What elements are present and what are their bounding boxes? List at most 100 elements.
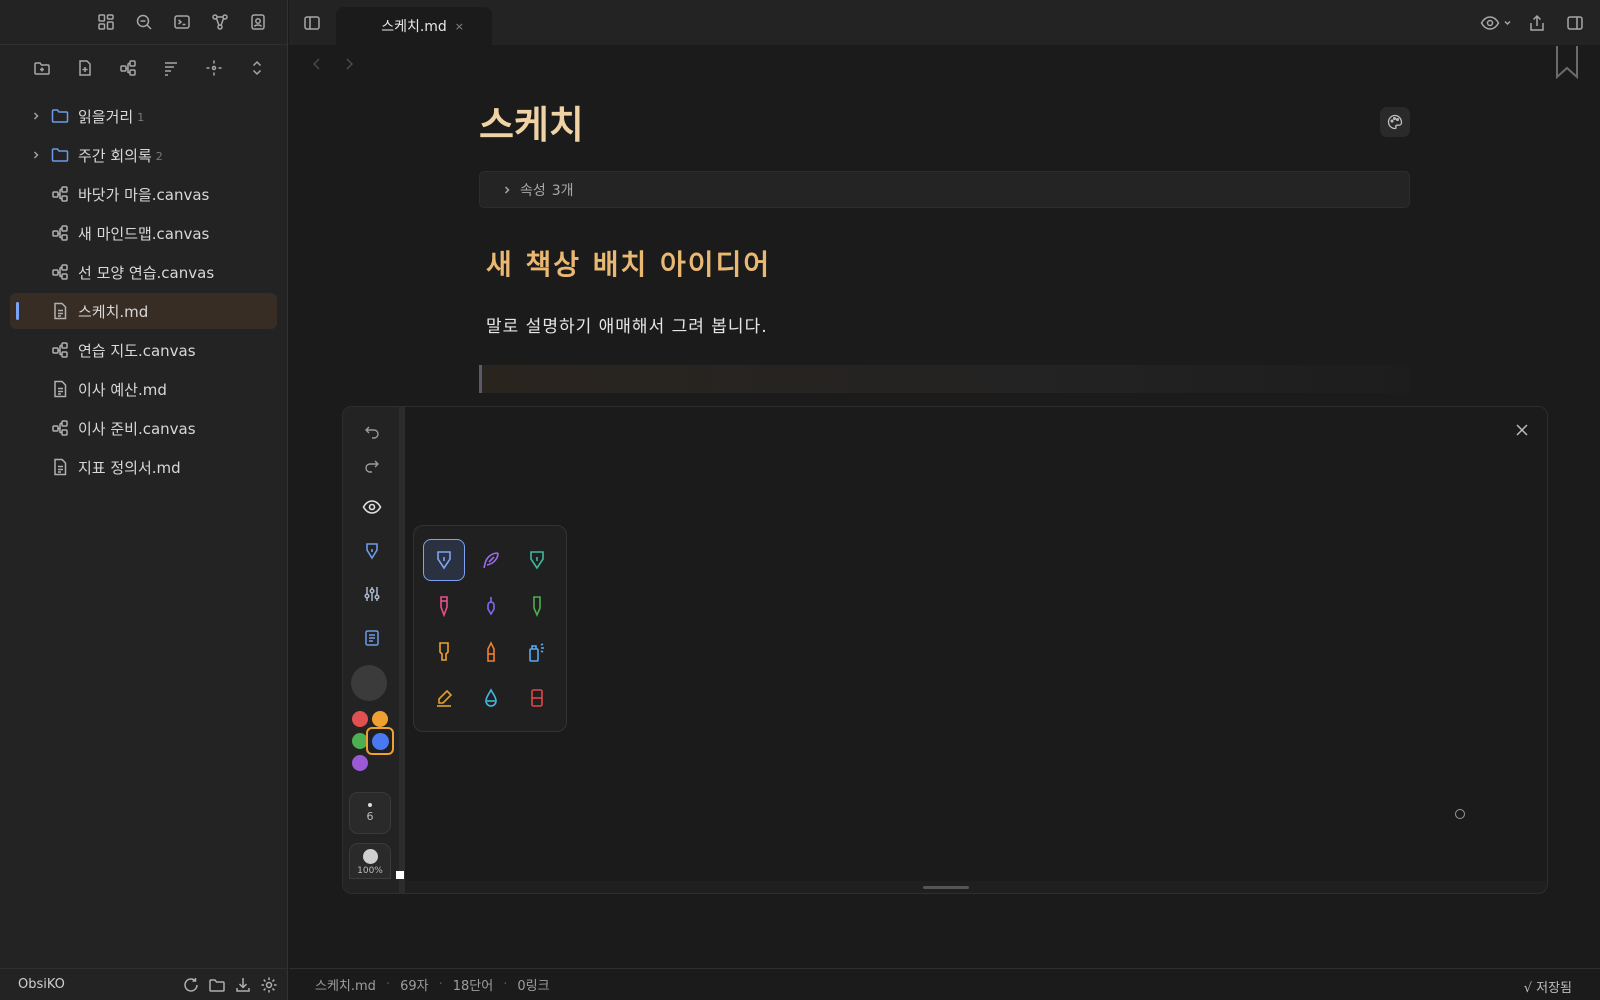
brush-cursor bbox=[1455, 809, 1465, 819]
color-red[interactable] bbox=[352, 711, 368, 727]
bookmark-icon[interactable] bbox=[1554, 45, 1580, 79]
contact-icon[interactable] bbox=[239, 7, 277, 37]
close-icon[interactable] bbox=[1507, 415, 1537, 445]
folder-item[interactable]: 주간 회의록 2 bbox=[10, 137, 277, 173]
chevron-right-icon[interactable] bbox=[28, 111, 44, 121]
separator: · bbox=[385, 977, 391, 992]
tab-active[interactable]: 스케치.md × bbox=[336, 7, 492, 45]
file-item[interactable]: 바닷가 마을.canvas bbox=[10, 176, 277, 212]
pen-marker-green[interactable] bbox=[516, 585, 558, 627]
eraser-icon[interactable] bbox=[516, 677, 558, 719]
pen-fountain-blue[interactable] bbox=[423, 539, 465, 581]
stroke-size[interactable]: 6 bbox=[349, 792, 391, 834]
file-item[interactable]: 선 모양 연습.canvas bbox=[10, 254, 277, 290]
folder-count: 2 bbox=[155, 149, 163, 163]
tab-bar: 스케치.md × bbox=[289, 0, 1600, 45]
folder-icon bbox=[51, 147, 69, 163]
collapse-expand-icon[interactable] bbox=[235, 53, 278, 83]
eraser-pencil-icon[interactable] bbox=[423, 677, 465, 719]
file-label: 바닷가 마을.canvas bbox=[78, 185, 210, 204]
paragraph: 말로 설명하기 애매해서 그려 봅니다. bbox=[486, 317, 768, 337]
folder-icon bbox=[51, 108, 69, 124]
new-folder-icon[interactable] bbox=[20, 53, 63, 83]
download-icon[interactable] bbox=[234, 976, 252, 994]
document-icon bbox=[51, 302, 69, 320]
properties-count: 3개 bbox=[551, 182, 574, 199]
file-item[interactable]: 새 마인드맵.canvas bbox=[10, 215, 277, 251]
document-icon bbox=[51, 458, 69, 476]
settings-gear-icon[interactable] bbox=[260, 976, 278, 994]
share-icon[interactable] bbox=[1522, 8, 1552, 38]
size-dot-icon bbox=[368, 803, 372, 807]
resize-handle[interactable] bbox=[396, 871, 404, 879]
properties-toggle[interactable]: 속성 3개 bbox=[479, 171, 1410, 208]
separator: · bbox=[438, 977, 443, 992]
reveal-active-icon[interactable] bbox=[192, 53, 235, 83]
spray-can-icon[interactable] bbox=[516, 631, 558, 673]
palette-icon[interactable] bbox=[1380, 107, 1410, 137]
document-icon bbox=[51, 380, 69, 398]
file-item[interactable]: 이사 예산.md bbox=[10, 371, 277, 407]
file-item[interactable]: 이사 준비.canvas bbox=[10, 410, 277, 446]
new-note-icon[interactable] bbox=[63, 53, 106, 83]
pen-feather-purple[interactable] bbox=[470, 539, 512, 581]
graph-icon[interactable] bbox=[201, 7, 239, 37]
color-purple[interactable] bbox=[352, 755, 368, 771]
file-label: 이사 준비.canvas bbox=[78, 419, 196, 438]
file-item[interactable]: 연습 지도.canvas bbox=[10, 332, 277, 368]
canvas-icon bbox=[51, 341, 69, 359]
new-canvas-icon[interactable] bbox=[106, 53, 149, 83]
template-icon[interactable] bbox=[353, 622, 391, 654]
terminal-icon[interactable] bbox=[163, 7, 201, 37]
chevron-right-icon bbox=[502, 185, 512, 195]
sync-icon[interactable] bbox=[182, 976, 200, 994]
file-item[interactable]: 지표 정의서.md bbox=[10, 449, 277, 485]
folder-label: 읽을거리 bbox=[78, 107, 134, 126]
right-sidebar-toggle-icon[interactable] bbox=[1560, 8, 1590, 38]
opacity-control[interactable]: 100% bbox=[349, 843, 391, 879]
settings-sliders-icon[interactable] bbox=[353, 578, 391, 610]
color-blue-selected[interactable] bbox=[366, 727, 394, 755]
view-mode-icon[interactable] bbox=[1480, 8, 1514, 38]
search-icon[interactable] bbox=[125, 7, 163, 37]
dashboard-icon[interactable] bbox=[87, 7, 125, 37]
opacity-dot-icon bbox=[362, 849, 378, 864]
tab-close-icon[interactable]: × bbox=[455, 20, 464, 33]
file-label: 선 모양 연습.canvas bbox=[78, 263, 215, 282]
page-title: 스케치 bbox=[479, 102, 584, 147]
pen-highlighter-orange[interactable] bbox=[423, 631, 465, 673]
status-bar: 스케치.md · 69자 · 18단어 · 0링크 √ 저장됨 bbox=[289, 968, 1600, 1000]
eye-icon[interactable] bbox=[353, 491, 391, 523]
status-links: 0링크 bbox=[517, 979, 550, 994]
pen-brush-indigo[interactable] bbox=[470, 585, 512, 627]
pen-tool-icon[interactable] bbox=[353, 535, 391, 567]
sort-icon[interactable] bbox=[149, 53, 192, 83]
navigation bbox=[312, 56, 354, 72]
file-label: 이사 예산.md bbox=[78, 380, 167, 399]
status-chars: 69자 bbox=[400, 979, 429, 994]
file-label: 지표 정의서.md bbox=[78, 458, 181, 477]
pen-fountain-teal[interactable] bbox=[516, 539, 558, 581]
folder-item[interactable]: 읽을거리 1 bbox=[10, 98, 277, 134]
pen-marker-pink[interactable] bbox=[423, 585, 465, 627]
file-item-active[interactable]: 스케치.md bbox=[10, 293, 277, 329]
drawing-canvas[interactable] bbox=[405, 407, 1547, 881]
current-color-preview[interactable] bbox=[351, 665, 387, 701]
panel-resize-handle[interactable] bbox=[923, 886, 969, 889]
vault-name[interactable]: ObsiKO bbox=[18, 977, 65, 992]
color-orange[interactable] bbox=[372, 711, 388, 727]
ink-drop-icon[interactable] bbox=[470, 677, 512, 719]
undo-icon[interactable] bbox=[353, 415, 391, 447]
back-arrow-icon[interactable] bbox=[312, 56, 322, 72]
forward-arrow-icon[interactable] bbox=[344, 56, 354, 72]
chevron-right-icon[interactable] bbox=[28, 150, 44, 160]
pen-picker bbox=[413, 525, 567, 732]
pen-crayon-orange[interactable] bbox=[470, 631, 512, 673]
folder-label: 주간 회의록 bbox=[78, 146, 152, 165]
sidebar-toggle-icon[interactable] bbox=[289, 0, 334, 45]
redo-icon[interactable] bbox=[353, 449, 391, 481]
canvas-icon bbox=[51, 419, 69, 437]
file-label: 새 마인드맵.canvas bbox=[78, 224, 210, 243]
file-label: 연습 지도.canvas bbox=[78, 341, 196, 360]
folder-icon[interactable] bbox=[208, 976, 226, 994]
